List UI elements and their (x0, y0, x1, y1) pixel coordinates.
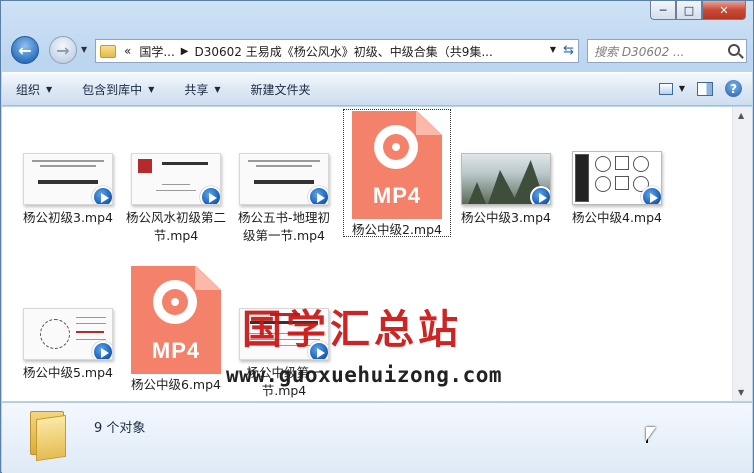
search-input[interactable]: 搜索 D30602 ... (587, 39, 747, 63)
include-in-library-menu[interactable]: 包含到库中 ▼ (82, 81, 154, 98)
file-item[interactable]: MP4 杨公中级6.mp4 (124, 262, 228, 394)
scroll-up-icon[interactable]: ▲ (738, 111, 744, 120)
address-dropdown-icon[interactable]: ▼ (550, 45, 556, 54)
help-icon[interactable]: ? (725, 80, 742, 97)
view-dropdown-icon[interactable]: ▼ (679, 84, 685, 93)
file-item[interactable]: 杨公五书-地理初级第一节.mp4 (232, 107, 336, 245)
file-name: 杨公中级2.mp4 (352, 222, 442, 237)
breadcrumb-guoxue[interactable]: 国学... (139, 43, 174, 60)
media-player-icon (92, 186, 112, 204)
file-name: 杨公中级4.mp4 (572, 210, 662, 225)
new-folder-button[interactable]: 新建文件夹 (251, 81, 311, 98)
breadcrumb-current-folder[interactable]: D30602 王易成《杨公风水》初级、中级合集（共9集... (195, 43, 493, 60)
forward-button[interactable]: → (49, 36, 77, 64)
share-menu[interactable]: 共享 ▼ (184, 81, 220, 98)
breadcrumb-separator-icon[interactable]: ▶ (181, 46, 189, 57)
media-player-icon (641, 186, 661, 204)
file-item[interactable]: 杨公中级5.mp4 (16, 262, 120, 382)
file-name: 杨公风水初级第二节.mp4 (125, 210, 226, 243)
file-list-view[interactable]: 杨公初级3.mp4 杨公风水初级第二节.mp4 杨公五书-地理初级第一节.mp4 (2, 107, 733, 401)
item-count: 9 个对象 (94, 421, 146, 436)
back-button[interactable]: ← (11, 36, 39, 64)
caption-buttons: ─ □ ✕ (650, 1, 746, 20)
video-thumbnail (23, 153, 113, 205)
recent-pages-dropdown-icon[interactable]: ▼ (81, 45, 87, 54)
scroll-down-icon[interactable]: ▼ (738, 388, 744, 397)
folder-icon (100, 44, 116, 58)
organize-label: 组织 (16, 82, 41, 97)
media-player-icon (92, 341, 112, 359)
maximize-button[interactable]: □ (676, 1, 702, 20)
details-pane: 9 个对象 (2, 402, 752, 473)
address-bar[interactable]: « 国学... ▶ D30602 王易成《杨公风水》初级、中级合集（共9集...… (95, 39, 579, 63)
mp4-icon-label: MP4 (151, 338, 201, 363)
command-bar: 组织 ▼ 包含到库中 ▼ 共享 ▼ 新建文件夹 ▼ ? (2, 72, 752, 106)
file-item[interactable]: MP4 杨公中级2.mp4 (345, 107, 449, 239)
watermark-title: 国学汇总站 (242, 307, 462, 353)
preview-pane-icon[interactable] (697, 81, 713, 96)
media-player-icon (200, 186, 220, 204)
search-icon[interactable] (728, 44, 740, 56)
mp4-icon-label: MP4 (372, 183, 422, 208)
vertical-scrollbar[interactable]: ▲ ▼ (732, 107, 752, 401)
chevron-down-icon: ▼ (46, 84, 53, 94)
video-thumbnail (23, 308, 113, 360)
file-item[interactable]: 杨公中级4.mp4 (565, 107, 669, 227)
video-thumbnail (131, 153, 221, 205)
media-player-icon (308, 186, 328, 204)
file-name: 杨公中级3.mp4 (461, 210, 551, 225)
mp4-file-icon: MP4 (131, 266, 221, 374)
video-thumbnail (461, 153, 551, 205)
explorer-window: ─ □ ✕ ← → ▼ « 国学... ▶ D30602 王易成《杨公风水》初级… (0, 0, 754, 473)
minimize-button[interactable]: ─ (650, 1, 676, 20)
share-label: 共享 (184, 82, 209, 97)
media-player-icon (530, 186, 550, 204)
file-item[interactable]: 杨公初级3.mp4 (16, 107, 120, 227)
navigation-bar: ← → ▼ « 国学... ▶ D30602 王易成《杨公风水》初级、中级合集（… (9, 35, 747, 65)
address-overflow[interactable]: « (124, 44, 131, 58)
new-folder-label: 新建文件夹 (250, 82, 311, 97)
chevron-down-icon: ▼ (148, 84, 155, 94)
file-name: 杨公中级5.mp4 (23, 365, 113, 380)
change-view-icon[interactable] (658, 82, 673, 95)
mp4-file-icon: MP4 (352, 111, 442, 219)
view-controls: ▼ ? (647, 80, 742, 97)
folder-icon (30, 411, 70, 462)
mouse-cursor-icon (646, 427, 656, 443)
file-item[interactable]: 杨公中级3.mp4 (454, 107, 558, 227)
include-library-label: 包含到库中 (82, 82, 143, 97)
forward-arrow-icon: → (56, 40, 70, 60)
file-name: 杨公中级6.mp4 (131, 377, 221, 392)
file-name: 杨公五书-地理初级第一节.mp4 (237, 210, 330, 243)
video-thumbnail (572, 151, 662, 205)
watermark-url: www.guoxuehuizong.com (226, 363, 503, 387)
chevron-down-icon: ▼ (214, 84, 221, 94)
close-button[interactable]: ✕ (702, 1, 746, 20)
video-thumbnail (239, 153, 329, 205)
organize-menu[interactable]: 组织 ▼ (16, 81, 52, 98)
file-name: 杨公初级3.mp4 (23, 210, 113, 225)
search-placeholder: 搜索 D30602 ... (594, 44, 685, 59)
refresh-icon[interactable]: ⇆ (563, 43, 574, 58)
file-item[interactable]: 杨公风水初级第二节.mp4 (124, 107, 228, 245)
back-arrow-icon: ← (18, 40, 32, 60)
